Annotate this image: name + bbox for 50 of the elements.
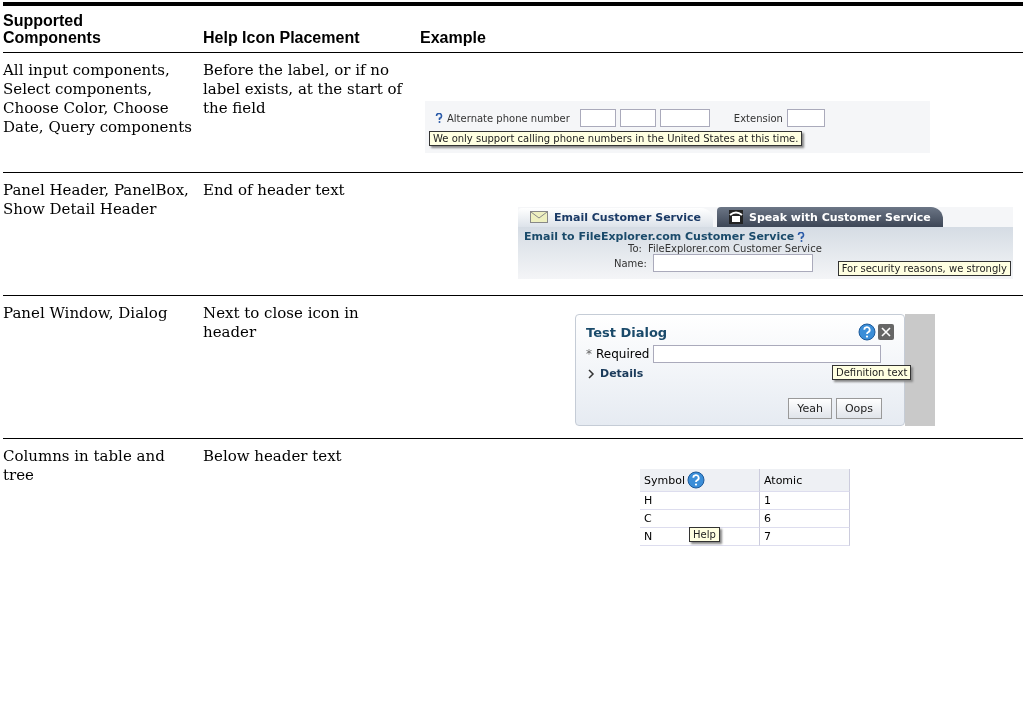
- column-header: Example: [420, 29, 486, 46]
- field-label: Required: [596, 347, 650, 361]
- field-label: Alternate phone number: [447, 112, 570, 124]
- table-cell: Next to close icon in header: [203, 304, 359, 341]
- disclosure-label[interactable]: Details: [600, 367, 644, 380]
- tab[interactable]: Speak with Customer Service: [716, 207, 943, 227]
- table-cell: Panel Window, Dialog: [3, 304, 168, 322]
- input-field[interactable]: [652, 254, 813, 272]
- tooltip: For security reasons, we strongly: [837, 261, 1011, 276]
- field-value: FileExplorer.com Customer Service: [647, 243, 822, 254]
- tab[interactable]: Email Customer Service: [518, 207, 713, 227]
- input-field[interactable]: [579, 109, 616, 127]
- input-field[interactable]: [619, 109, 656, 127]
- input-field[interactable]: [653, 345, 882, 363]
- close-icon[interactable]: [878, 324, 894, 340]
- panel-header: Email to FileExplorer.com Customer Service: [524, 230, 795, 243]
- dialog-title: Test Dialog: [586, 324, 668, 340]
- help-icon[interactable]: [435, 113, 443, 123]
- table-cell: Panel Header, PanelBox, Show Detail Header: [3, 181, 189, 218]
- table-cell: 1: [760, 492, 850, 510]
- input-field[interactable]: [659, 109, 710, 127]
- input-field[interactable]: [786, 109, 825, 127]
- column-header[interactable]: Atomic: [760, 469, 850, 492]
- column-header[interactable]: Symbol: [640, 469, 760, 492]
- help-icon[interactable]: [797, 231, 806, 242]
- field-label: Name:: [614, 257, 647, 269]
- table-cell: Before the label, or if no label exists, at the start of the field: [203, 61, 403, 117]
- column-header: Supported Components: [3, 12, 102, 46]
- field-label: Extension: [733, 112, 783, 124]
- column-header: Help Icon Placement: [203, 29, 360, 46]
- table-cell: Columns in table and tree: [3, 447, 165, 484]
- telephone-icon: [728, 210, 743, 224]
- help-icon[interactable]: [687, 471, 705, 489]
- field-label: To:: [628, 243, 642, 254]
- table-cell: H: [640, 492, 760, 510]
- envelope-icon: [530, 211, 548, 223]
- help-icon[interactable]: [858, 323, 876, 341]
- tooltip: Help: [689, 527, 720, 542]
- tooltip: Definition text: [832, 365, 912, 380]
- table-cell: 7: [760, 528, 850, 546]
- dialog-button[interactable]: Yeah: [788, 398, 832, 419]
- tooltip: We only support calling phone numbers in the United States at this time.: [429, 131, 803, 146]
- dialog-button[interactable]: Oops: [835, 398, 882, 419]
- table-cell: End of header text: [203, 181, 345, 199]
- table-cell: Below header text: [203, 447, 342, 465]
- table-cell: 6: [760, 510, 850, 528]
- table-cell: All input components, Select components, Choose Color, Choose Date, Query components: [3, 61, 192, 136]
- chevron-icon: [586, 367, 596, 380]
- required-mark: *: [586, 347, 592, 361]
- table-cell: C: [640, 510, 760, 528]
